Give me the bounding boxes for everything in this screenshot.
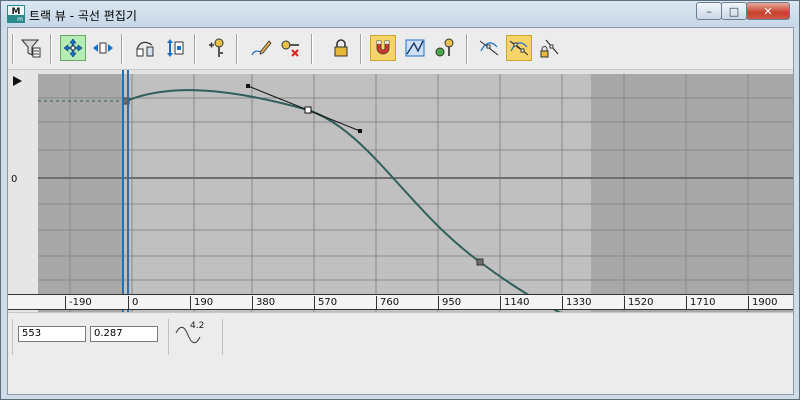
ruler-tick: 1330 xyxy=(562,296,591,309)
reduce-keys-button[interactable] xyxy=(278,35,304,61)
status-separator xyxy=(222,319,223,355)
value-field[interactable]: 0.287 xyxy=(90,326,158,342)
add-key-icon xyxy=(209,38,224,57)
maximize-button[interactable]: □ xyxy=(721,2,747,20)
key-status-bar: 553 0.287 4.2 xyxy=(8,312,793,394)
key-point-mid[interactable] xyxy=(476,258,484,266)
curve-range-icon xyxy=(405,39,425,57)
show-keyable-icons-button[interactable] xyxy=(432,35,458,61)
toolbar-separator xyxy=(50,34,52,64)
tangents-icon xyxy=(479,40,499,56)
window-title: 트랙 뷰 - 곡선 편집기 xyxy=(29,9,137,23)
ruler-tick: 380 xyxy=(252,296,275,309)
frame-field[interactable]: 553 xyxy=(18,326,86,342)
pencil-curve-icon xyxy=(251,40,272,56)
tangent-handle-in[interactable] xyxy=(246,84,250,88)
ruler-tick: 0 xyxy=(128,296,138,309)
keyable-icon xyxy=(435,38,454,57)
slide-keys-icon xyxy=(93,42,113,54)
show-all-tangents-button[interactable] xyxy=(506,35,532,61)
lock-tangents-button[interactable] xyxy=(536,35,562,61)
move-keys-button[interactable] xyxy=(60,35,86,61)
toolbar-separator xyxy=(236,34,238,64)
parameter-curve-oor-button[interactable] xyxy=(402,35,428,61)
slide-keys-button[interactable] xyxy=(90,35,116,61)
ruler-tick: 1520 xyxy=(624,296,653,309)
curve-editor-client: 0 -190 0 190 380 570 760 950 1140 1330 1… xyxy=(7,27,794,395)
move-keys-icon xyxy=(63,38,83,58)
ruler-tick: 950 xyxy=(438,296,461,309)
close-button[interactable]: ✕ xyxy=(746,2,790,20)
all-tangents-icon xyxy=(509,40,529,56)
toolbar-separator xyxy=(311,34,313,64)
playback-marker-icon xyxy=(13,76,22,86)
toolbar-grip[interactable] xyxy=(12,34,14,64)
draw-curves-button[interactable] xyxy=(248,35,274,61)
minimize-button[interactable]: – xyxy=(696,2,722,20)
ruler-tick: -190 xyxy=(65,296,92,309)
max-app-icon: M m xyxy=(7,5,25,23)
status-separator xyxy=(168,319,169,355)
add-keys-button[interactable] xyxy=(204,35,230,61)
magnet-icon xyxy=(376,40,390,55)
title-bar[interactable]: M m 트랙 뷰 - 곡선 편집기 – □ ✕ xyxy=(1,1,799,27)
ruler-tick: 1900 xyxy=(748,296,777,309)
ruler-tick: 760 xyxy=(376,296,399,309)
reduce-keys-icon xyxy=(281,40,299,57)
filter-icon xyxy=(20,39,41,58)
ruler-tick: 1710 xyxy=(686,296,715,309)
value-axis-zero-label: 0 xyxy=(11,174,18,185)
toolbar-separator xyxy=(360,34,362,64)
scale-values-button[interactable] xyxy=(162,35,188,61)
toolbar-separator xyxy=(194,34,196,64)
toolbar-separator xyxy=(466,34,468,64)
scale-keys-button[interactable] xyxy=(132,35,158,61)
curve-indicator-label: 4.2 xyxy=(190,321,205,331)
tangent-handle-out[interactable] xyxy=(358,129,362,133)
key-point-selected[interactable] xyxy=(304,106,312,114)
minimize-icon: – xyxy=(706,4,712,18)
lock-selection-button[interactable] xyxy=(328,35,354,61)
ruler-tick: 570 xyxy=(314,296,337,309)
lock-tangent-icon xyxy=(540,39,559,58)
track-view-window: M m 트랙 뷰 - 곡선 편집기 – □ ✕ 0 -190 0 190 380… xyxy=(0,0,800,400)
show-tangents-button[interactable] xyxy=(476,35,502,61)
scale-keys-icon xyxy=(136,41,154,57)
time-ruler[interactable]: -190 0 190 380 570 760 950 1140 1330 152… xyxy=(8,294,793,310)
svg-text:m: m xyxy=(17,16,23,23)
scale-values-icon xyxy=(167,39,184,57)
maximize-icon: □ xyxy=(728,4,740,18)
curve-editor-toolbar xyxy=(8,28,793,70)
status-grip xyxy=(12,319,13,355)
lock-icon xyxy=(334,39,348,57)
filters-button[interactable] xyxy=(18,35,44,61)
ruler-tick: 190 xyxy=(190,296,213,309)
snap-frames-button[interactable] xyxy=(370,35,396,61)
close-icon: ✕ xyxy=(763,4,773,18)
toolbar-separator xyxy=(121,34,123,64)
ruler-tick: 1140 xyxy=(500,296,529,309)
